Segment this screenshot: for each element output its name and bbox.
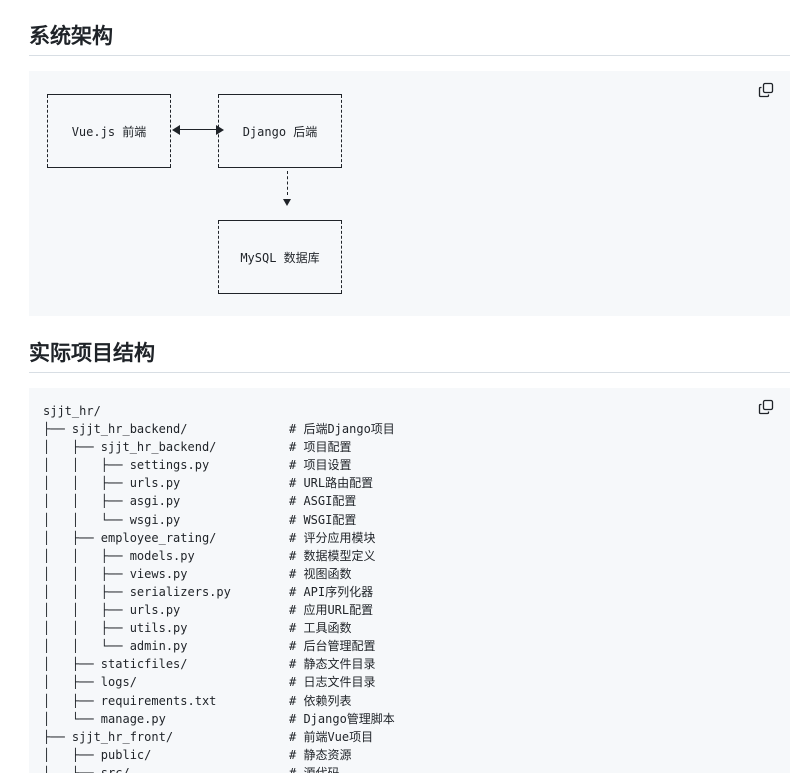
tree-line: │ ├── staticfiles/ # 静态文件目录 <box>43 655 375 673</box>
copy-button[interactable] <box>758 399 776 417</box>
tree-line: │ │ └── admin.py # 后台管理配置 <box>43 637 375 655</box>
backend-box: Django 后端 <box>218 94 342 168</box>
heading-divider <box>29 55 790 56</box>
tree-line: │ ├── logs/ # 日志文件目录 <box>43 673 375 691</box>
down-connector <box>287 171 288 195</box>
tree-comment: # ASGI配置 <box>289 494 357 509</box>
tree-comment: # 项目设置 <box>289 458 352 473</box>
project-tree: sjjt_hr/ ├── sjjt_hr_backend/ # 后端Django项目… <box>43 402 395 773</box>
structure-heading: 实际项目结构 <box>29 341 155 365</box>
tree-line: │ ├── requirements.txt # 依赖列表 <box>43 692 351 710</box>
tree-path: │ │ ├── utils.py <box>43 621 188 636</box>
tree-comment: # 后端Django项目 <box>289 422 395 437</box>
tree-path: │ │ ├── urls.py <box>43 603 181 618</box>
tree-line: │ │ ├── settings.py # 项目设置 <box>43 456 351 474</box>
database-label: MySQL 数据库 <box>240 250 320 265</box>
tree-line: sjjt_hr/ <box>43 402 231 420</box>
tree-path: │ ├── public/ <box>43 747 152 762</box>
tree-line: │ │ ├── urls.py # 应用URL配置 <box>43 601 373 619</box>
tree-line: │ │ ├── utils.py # 工具函数 <box>43 619 351 637</box>
tree-line: │ │ ├── urls.py # URL路由配置 <box>43 474 373 492</box>
tree-comment: # 前端Vue项目 <box>289 729 374 744</box>
tree-line: │ ├── src/ # 源代码 <box>43 764 339 773</box>
tree-path: │ ├── sjjt_hr_backend/ <box>43 440 217 455</box>
tree-comment: # 静态文件目录 <box>289 657 376 672</box>
tree-path: │ ├── staticfiles/ <box>43 657 188 672</box>
tree-comment: # 工具函数 <box>289 621 352 636</box>
tree-path: │ │ ├── settings.py <box>43 458 210 473</box>
tree-path: │ │ └── wsgi.py <box>43 512 181 527</box>
tree-comment: # 评分应用模块 <box>289 530 376 545</box>
architecture-diagram-block: Vue.js 前端 Django 后端 MySQL 数据库 <box>29 71 790 316</box>
tree-comment: # Django管理脚本 <box>289 711 395 726</box>
tree-comment: # 应用URL配置 <box>289 603 374 618</box>
tree-path: │ ├── employee_rating/ <box>43 530 217 545</box>
tree-path: │ │ ├── views.py <box>43 566 188 581</box>
tree-comment: # 源代码 <box>289 765 340 773</box>
tree-line: │ ├── sjjt_hr_backend/ # 项目配置 <box>43 438 351 456</box>
tree-path: │ ├── logs/ <box>43 675 137 690</box>
tree-comment: # 日志文件目录 <box>289 675 376 690</box>
heading-divider <box>29 372 790 373</box>
tree-comment: # WSGI配置 <box>289 512 357 527</box>
tree-line: ├── sjjt_hr_front/ # 前端Vue项目 <box>43 728 373 746</box>
tree-comment: # URL路由配置 <box>289 476 374 491</box>
tree-line: │ │ ├── asgi.py # ASGI配置 <box>43 492 356 510</box>
database-box: MySQL 数据库 <box>218 220 342 294</box>
copy-icon <box>758 82 774 98</box>
tree-path: │ │ ├── asgi.py <box>43 494 181 509</box>
copy-button[interactable] <box>758 82 776 100</box>
tree-path: │ │ ├── urls.py <box>43 476 181 491</box>
frontend-box: Vue.js 前端 <box>47 94 171 168</box>
tree-comment: # 后台管理配置 <box>289 639 376 654</box>
tree-line: │ │ ├── views.py # 视图函数 <box>43 565 351 583</box>
tree-line: ├── sjjt_hr_backend/ # 后端Django项目 <box>43 420 395 438</box>
project-tree-block: sjjt_hr/ ├── sjjt_hr_backend/ # 后端Django项目… <box>29 388 790 773</box>
tree-line: │ │ ├── models.py # 数据模型定义 <box>43 547 375 565</box>
tree-path: ├── sjjt_hr_backend/ <box>43 422 188 437</box>
copy-icon <box>758 399 774 415</box>
backend-label: Django 后端 <box>242 124 318 139</box>
tree-path: │ ├── requirements.txt <box>43 693 217 708</box>
tree-path: │ │ └── admin.py <box>43 639 188 654</box>
tree-path: │ │ ├── serializers.py <box>43 584 231 599</box>
arrowhead-left <box>172 125 180 135</box>
architecture-heading: 系统架构 <box>29 24 113 48</box>
tree-path: sjjt_hr/ <box>43 404 101 418</box>
tree-line: │ │ └── wsgi.py # WSGI配置 <box>43 511 356 529</box>
tree-line: │ └── manage.py # Django管理脚本 <box>43 710 395 728</box>
bidirectional-arrow <box>179 129 217 130</box>
tree-line: │ │ ├── serializers.py # API序列化器 <box>43 583 373 601</box>
tree-comment: # API序列化器 <box>289 584 374 599</box>
tree-comment: # 依赖列表 <box>289 693 352 708</box>
tree-path: ├── sjjt_hr_front/ <box>43 729 174 744</box>
tree-line: │ ├── public/ # 静态资源 <box>43 746 351 764</box>
tree-comment: # 数据模型定义 <box>289 548 376 563</box>
tree-comment: # 项目配置 <box>289 440 352 455</box>
frontend-label: Vue.js 前端 <box>71 124 147 139</box>
tree-path: │ └── manage.py <box>43 711 166 726</box>
tree-line: │ ├── employee_rating/ # 评分应用模块 <box>43 529 375 547</box>
tree-path: │ ├── src/ <box>43 765 130 773</box>
tree-comment: # 视图函数 <box>289 566 352 581</box>
tree-path: │ │ ├── models.py <box>43 548 195 563</box>
tree-comment: # 静态资源 <box>289 747 352 762</box>
arrowhead-down <box>283 199 291 206</box>
